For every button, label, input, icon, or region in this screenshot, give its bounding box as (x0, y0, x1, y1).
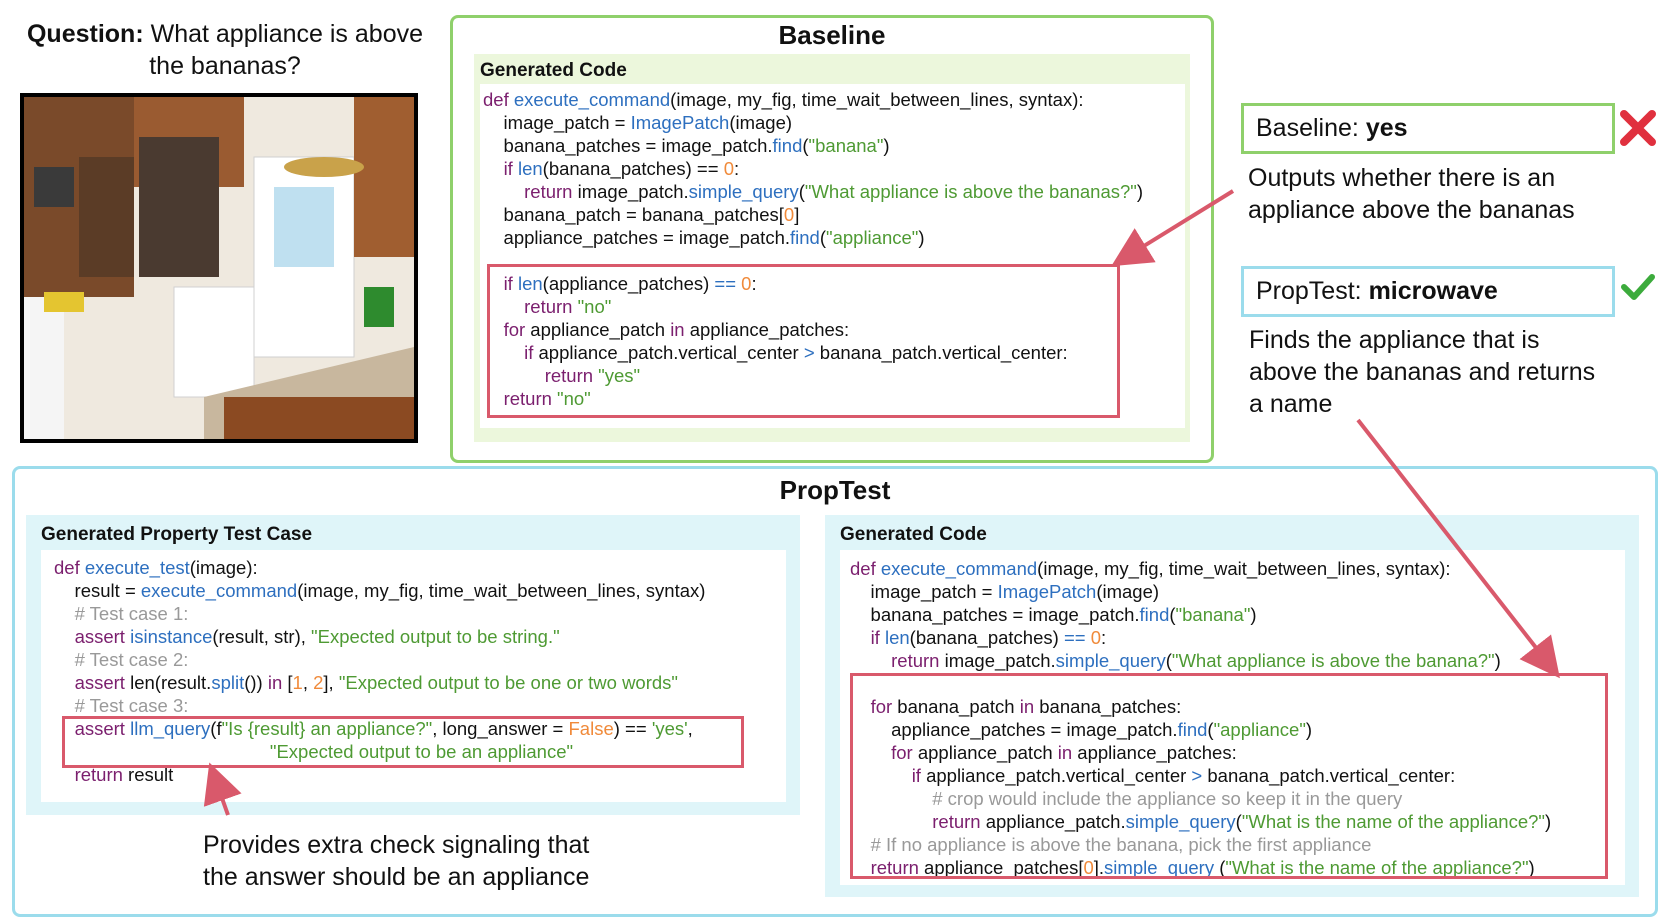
arrows-overlay (203, 189, 1560, 816)
test-case-arrow (203, 762, 242, 816)
baseline-arrow (1111, 189, 1235, 267)
proptest-arrow (1356, 418, 1560, 679)
